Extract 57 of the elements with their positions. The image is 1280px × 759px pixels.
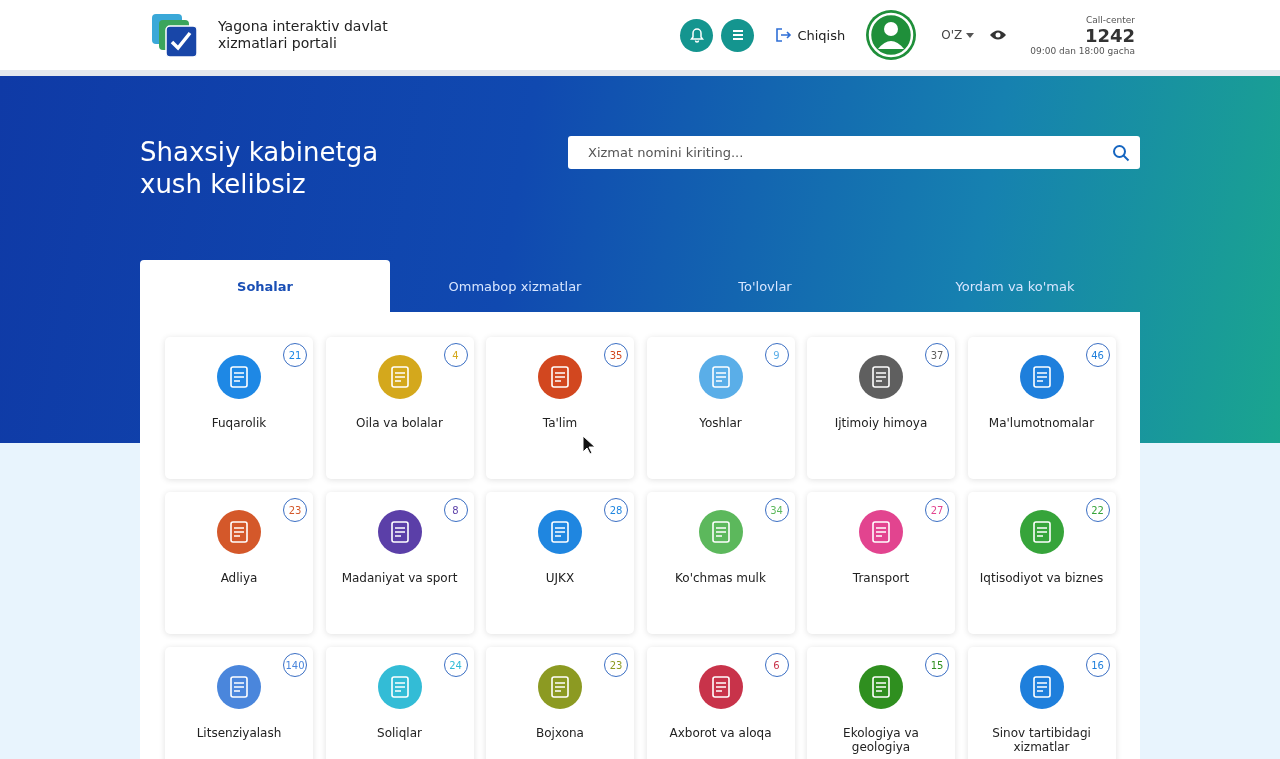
menu-button[interactable] [721, 18, 755, 52]
category-card[interactable]: 140 Litsenziyalash [165, 647, 313, 759]
category-name: Oila va bolalar [355, 416, 444, 430]
notifications-button[interactable] [680, 18, 714, 52]
category-name: Iqtisodiyot va biznes [978, 571, 1105, 585]
logout-button[interactable]: Chiqish [774, 26, 846, 44]
category-card[interactable]: 23 Bojxona [486, 647, 634, 759]
tab[interactable]: Sohalar [140, 260, 390, 312]
category-name: Ta'lim [541, 416, 579, 430]
call-center-number: 1242 [1084, 24, 1135, 46]
category-name: Axborot va aloqa [668, 726, 773, 740]
category-card[interactable]: 23 Adliya [165, 492, 313, 634]
call-center-label: Call-center [1086, 14, 1135, 25]
cursor-icon [582, 435, 596, 455]
bell-icon [688, 27, 705, 43]
category-name: Adliya [219, 571, 259, 585]
category-card[interactable]: 9 Yoshlar [646, 337, 795, 479]
category-name: Litsenziyalash [195, 726, 283, 740]
category-card[interactable]: 6 Axborot va aloqa [646, 647, 795, 759]
logo-icon [150, 12, 198, 58]
category-card[interactable]: 21 Fuqarolik [165, 337, 313, 479]
language-dropdown[interactable]: O'Z [941, 28, 975, 42]
category-name: Madaniyat va sport [340, 571, 459, 585]
category-name: Ko'chmas mulk [674, 571, 767, 585]
call-center-hours: 09:00 dan 18:00 gacha [1030, 45, 1135, 56]
category-card[interactable]: 15 Ekologiya va geologiya [807, 647, 955, 759]
category-card[interactable]: 24 Soliqlar [325, 647, 474, 759]
avatar-icon[interactable] [865, 9, 918, 61]
category-card[interactable]: 4 Oila va bolalar [325, 337, 474, 479]
category-name: Soliqlar [376, 726, 423, 740]
search-icon[interactable] [1112, 144, 1130, 162]
category-name: Ma'lumotnomalar [987, 416, 1096, 430]
logout-icon [774, 26, 793, 44]
category-card[interactable]: 34 Ko'chmas mulk [646, 492, 795, 634]
category-card[interactable]: 37 Ijtimoiy himoya [807, 337, 955, 479]
category-name: Ijtimoiy himoya [833, 416, 929, 430]
category-card[interactable]: 22 Iqtisodiyot va biznes [967, 492, 1116, 634]
category-name: Fuqarolik [210, 416, 268, 430]
category-card[interactable]: 16 Sinov tartibidagi xizmatlar [967, 647, 1116, 759]
category-name: UJKX [544, 571, 576, 585]
category-name: Transport [851, 571, 911, 585]
portal-name: Yagona interaktiv davlat xizmatlari portali [218, 18, 389, 52]
welcome-heading: Shaxsiy kabinetga xush kelibsiz [140, 136, 380, 200]
search-field[interactable]: Xizmat nomini kiriting... [568, 136, 1140, 169]
category-card[interactable]: 8 Madaniyat va sport [325, 492, 474, 634]
caret-icon [966, 32, 975, 38]
tab[interactable]: To'lovlar [640, 260, 890, 312]
category-card[interactable]: 35 Ta'lim [486, 337, 634, 479]
category-card[interactable]: 28 UJKX [486, 492, 634, 634]
category-card[interactable]: 46 Ma'lumotnomalar [967, 337, 1116, 479]
category-card[interactable]: 27 Transport [807, 492, 955, 634]
tab[interactable]: Ommabop xizmatlar [390, 260, 640, 312]
category-name: Sinov tartibidagi xizmatlar [991, 726, 1092, 754]
category-name: Ekologiya va geologiya [842, 726, 920, 754]
category-name: Yoshlar [698, 416, 743, 430]
eye-icon[interactable] [990, 29, 1007, 41]
category-name: Bojxona [535, 726, 585, 740]
